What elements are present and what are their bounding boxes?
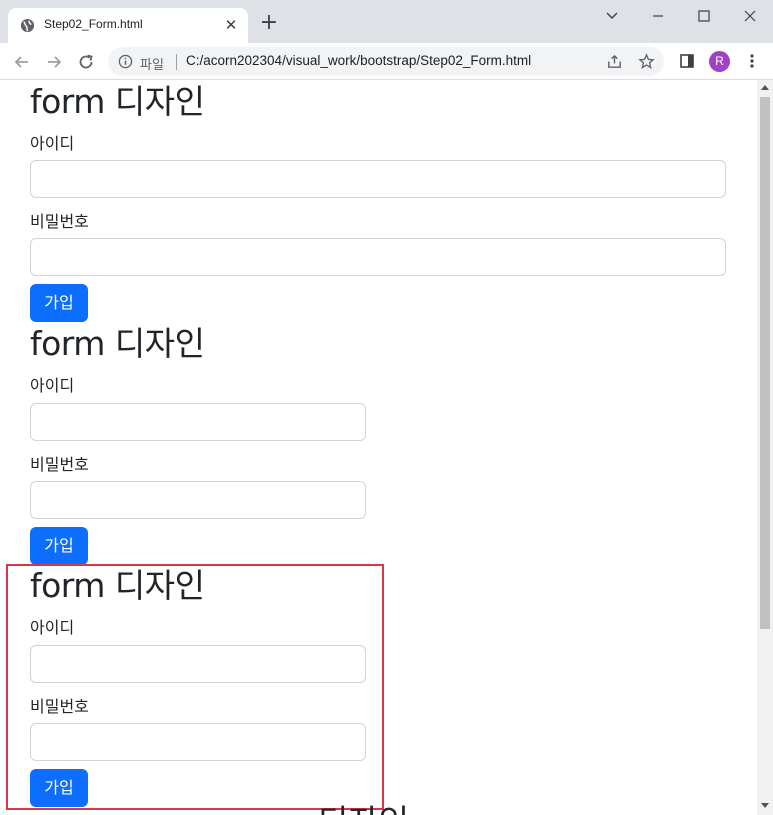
close-tab-icon[interactable]: ✕: [222, 16, 240, 34]
id-input[interactable]: [30, 645, 366, 683]
forward-arrow-icon[interactable]: [43, 51, 65, 73]
url-text[interactable]: C:/acorn202304/visual_work/bootstrap/Ste…: [186, 53, 531, 68]
submit-button[interactable]: 가입: [30, 284, 88, 322]
star-icon[interactable]: [638, 53, 655, 70]
scroll-up-icon[interactable]: [761, 85, 769, 90]
globe-icon: [20, 18, 35, 33]
new-tab-icon[interactable]: +: [259, 12, 279, 34]
id-input[interactable]: [30, 403, 366, 441]
form-title: form 디자인: [30, 566, 205, 605]
id-label: 아이디: [30, 618, 75, 637]
form-title: form 디자인: [30, 324, 205, 363]
reload-icon[interactable]: [75, 51, 97, 73]
page-scrollbar[interactable]: [757, 80, 773, 815]
signup-form: form 디자인 아이디 비밀번호 가입: [30, 324, 366, 565]
browser-titlebar: Step02_Form.html ✕ +: [0, 0, 773, 43]
back-arrow-icon[interactable]: [11, 51, 33, 73]
password-label: 비밀번호: [30, 697, 89, 716]
side-panel-icon[interactable]: [678, 52, 696, 70]
chevron-down-icon[interactable]: [602, 6, 622, 26]
share-icon[interactable]: [606, 53, 623, 70]
tab-title: Step02_Form.html: [44, 17, 143, 31]
maximize-icon[interactable]: [694, 6, 714, 26]
address-bar[interactable]: 파일 C:/acorn202304/visual_work/bootstrap/…: [108, 47, 664, 76]
page-viewport: form 디자인 아이디 비밀번호 가입 form 디자인 아이디 비밀번호 가…: [0, 80, 757, 815]
password-label: 비밀번호: [30, 212, 89, 231]
id-input[interactable]: [30, 160, 726, 198]
id-label: 아이디: [30, 376, 75, 395]
form-title: form 디자인: [30, 82, 205, 121]
close-window-icon[interactable]: [740, 6, 760, 26]
id-label: 아이디: [30, 134, 75, 153]
scroll-down-icon[interactable]: [761, 803, 769, 808]
scroll-thumb[interactable]: [760, 97, 770, 629]
signup-form: form 디자인 아이디 비밀번호 가입: [30, 82, 726, 322]
info-icon[interactable]: [118, 54, 133, 69]
password-label: 비밀번호: [30, 455, 89, 474]
browser-toolbar: 파일 C:/acorn202304/visual_work/bootstrap/…: [0, 43, 773, 80]
minimize-icon[interactable]: [648, 6, 668, 26]
submit-button[interactable]: 가입: [30, 769, 88, 807]
submit-button[interactable]: 가입: [30, 527, 88, 565]
browser-tab[interactable]: Step02_Form.html ✕: [8, 8, 248, 43]
password-input[interactable]: [30, 481, 366, 519]
password-input[interactable]: [30, 723, 366, 761]
more-menu-icon[interactable]: [743, 52, 761, 70]
omnibox-divider: [176, 54, 177, 70]
profile-avatar[interactable]: R: [709, 51, 730, 72]
password-input[interactable]: [30, 238, 726, 276]
signup-form: form 디자인 아이디 비밀번호 가입: [30, 566, 366, 807]
partial-form-title: 디자인: [318, 802, 409, 815]
scheme-label: 파일: [140, 58, 164, 73]
